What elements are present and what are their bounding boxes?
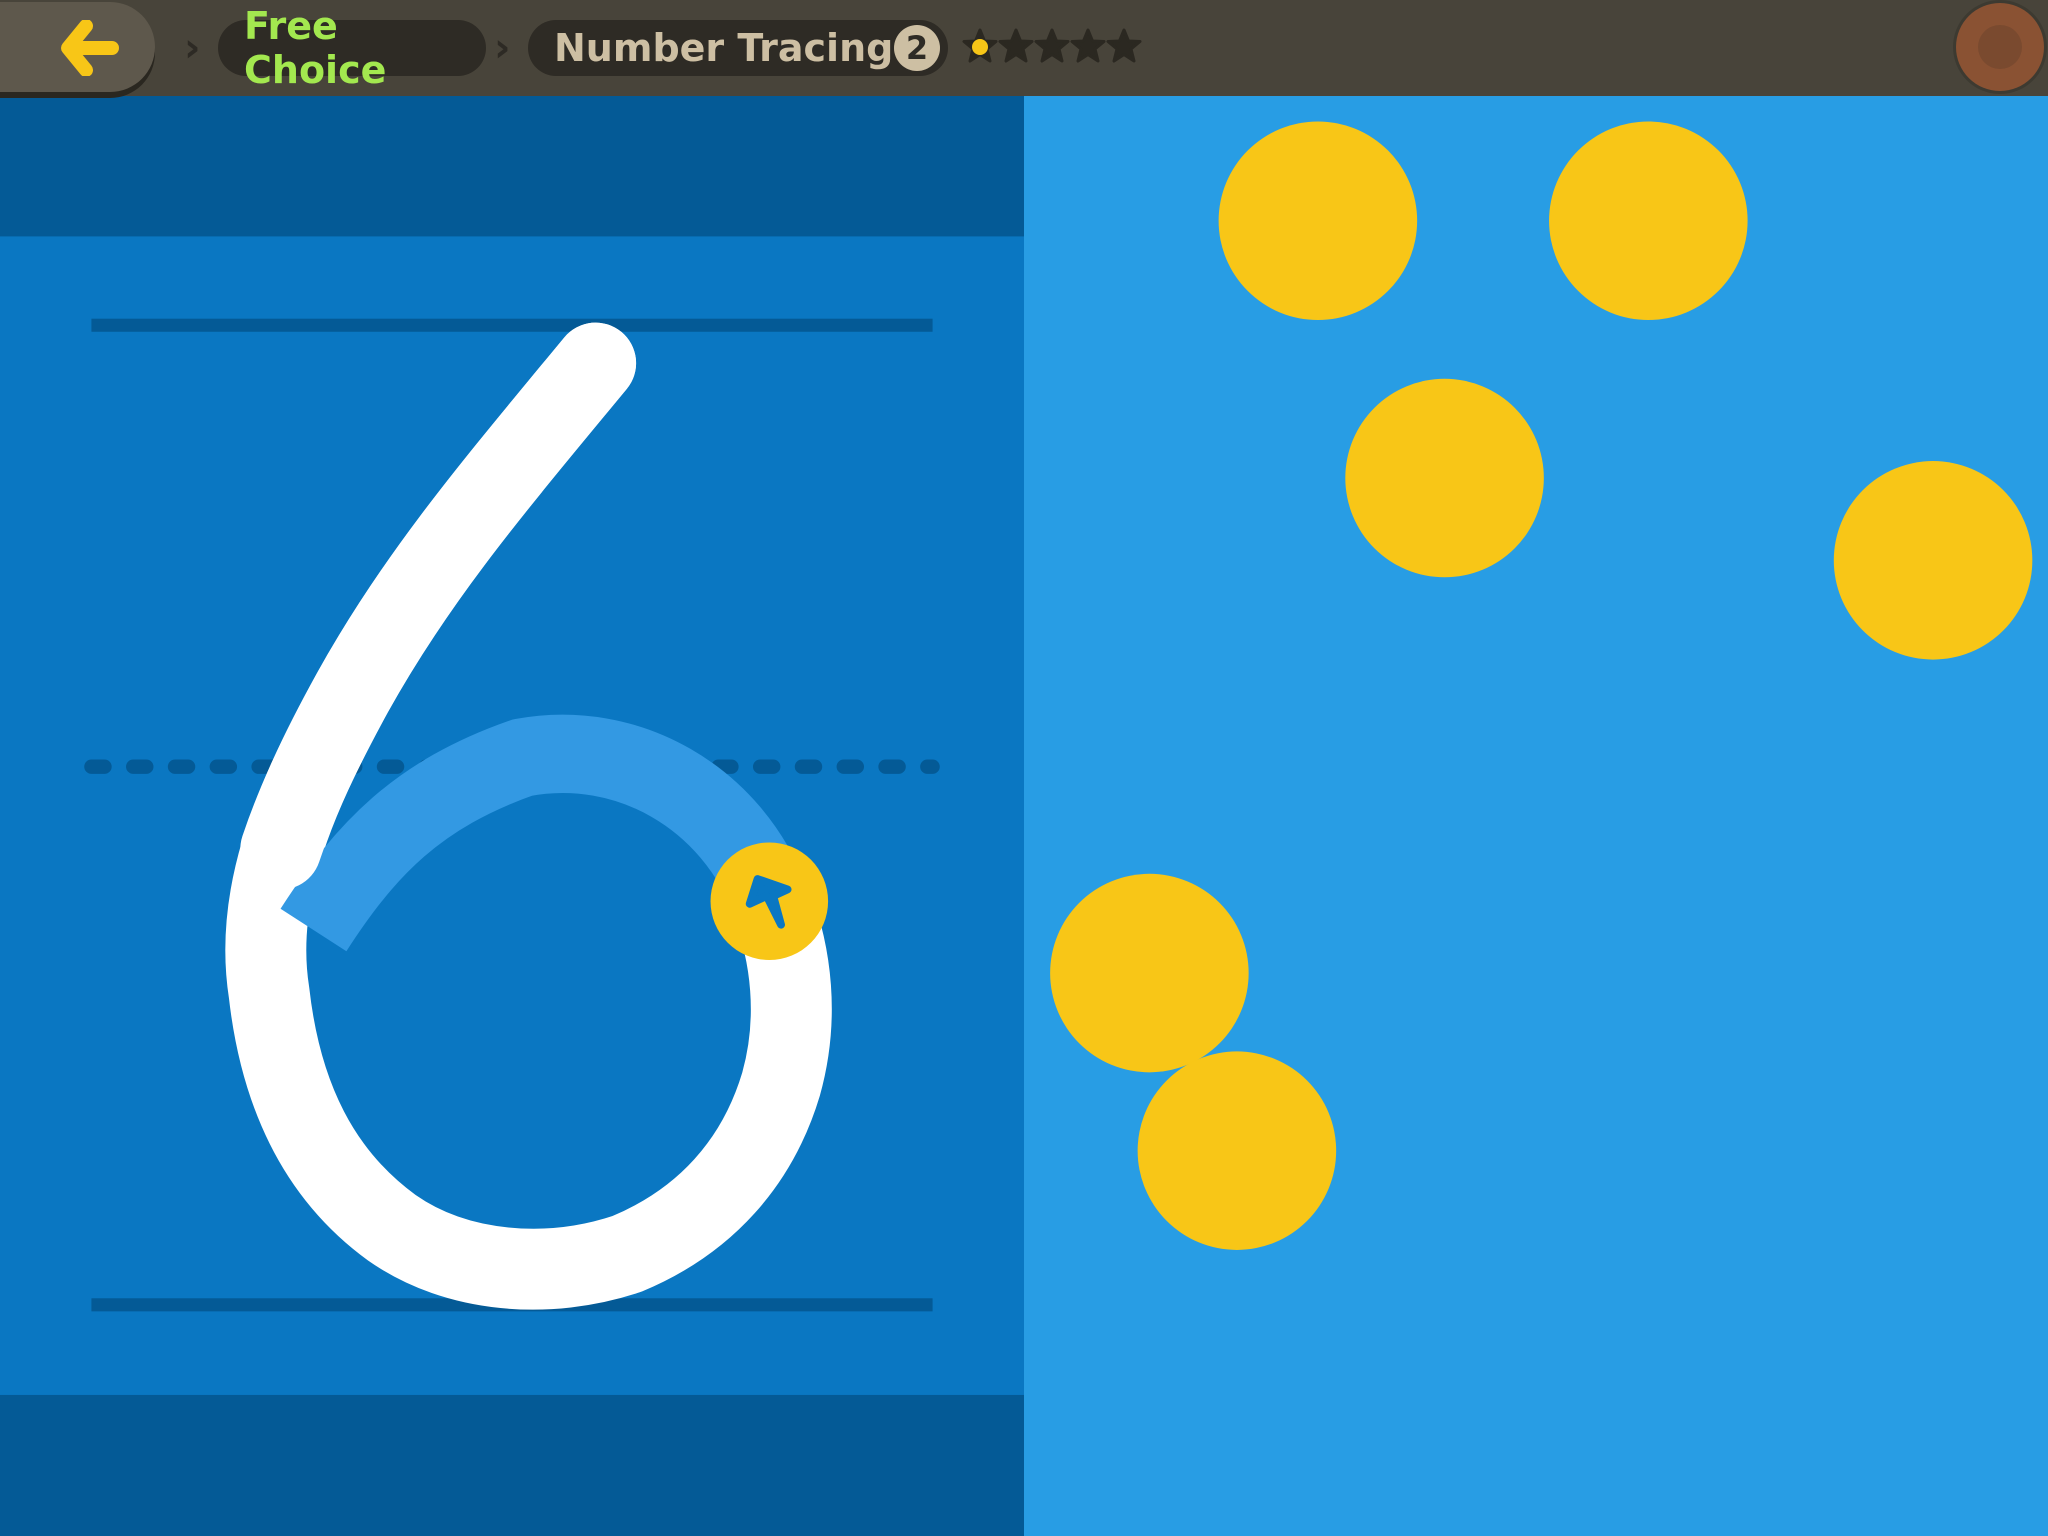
breadcrumb-free-choice[interactable]: Free Choice	[218, 4, 486, 92]
record-button[interactable]	[1956, 3, 2044, 91]
back-button[interactable]	[0, 2, 155, 92]
counter-dot	[1345, 378, 1544, 578]
star-empty-icon	[1034, 28, 1070, 63]
chevron-right-icon: ›	[184, 25, 201, 71]
counter-dot	[1050, 873, 1249, 1073]
top-bar: › Free Choice › Number Tracing 2	[0, 0, 2048, 96]
counter-dot	[1549, 121, 1748, 320]
arrow-left-icon	[61, 20, 119, 76]
star-filled-icon	[962, 28, 998, 63]
star-progress	[962, 28, 1142, 64]
star-empty-icon	[1070, 28, 1106, 63]
counter-dot	[1137, 1051, 1337, 1250]
chevron-right-icon: ›	[494, 25, 511, 71]
star-empty-icon	[1106, 28, 1142, 63]
star-empty-icon	[998, 28, 1034, 63]
counter-dot	[1218, 121, 1418, 320]
record-button-icon	[1978, 25, 2022, 69]
count-panel	[1024, 0, 2048, 1536]
activity-area	[0, 0, 2048, 1536]
counter-dot	[1833, 461, 2033, 660]
level-badge: 2	[894, 25, 940, 71]
breadcrumb-number-tracing[interactable]: Number Tracing 2	[528, 20, 948, 76]
breadcrumb-label: Free Choice	[244, 4, 387, 92]
top-guide-line	[91, 318, 933, 332]
breadcrumb-label: Number Tracing	[554, 26, 894, 70]
trace-cursor[interactable]	[710, 842, 829, 960]
